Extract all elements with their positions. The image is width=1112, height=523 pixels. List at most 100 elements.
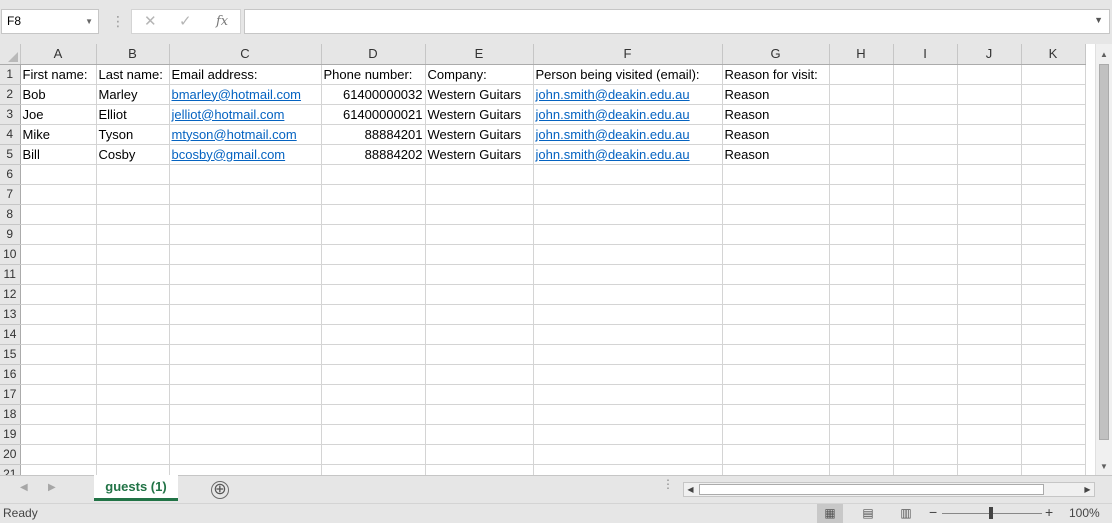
cell-f9[interactable] — [533, 224, 723, 245]
email-link[interactable]: mtyson@hotmail.com — [172, 127, 297, 142]
cell-f13[interactable] — [533, 304, 723, 325]
cell-e8[interactable] — [425, 204, 534, 225]
email-link[interactable]: john.smith@deakin.edu.au — [536, 107, 690, 122]
cell-f11[interactable] — [533, 264, 723, 285]
cell-h3[interactable] — [829, 104, 894, 125]
cell-d5[interactable]: 88884202 — [321, 144, 426, 165]
cell-g19[interactable] — [722, 424, 830, 445]
scroll-left-icon[interactable]: ◀ — [684, 483, 697, 496]
cell-b15[interactable] — [96, 344, 170, 365]
cell-e12[interactable] — [425, 284, 534, 305]
cell-c19[interactable] — [169, 424, 322, 445]
cell-f20[interactable] — [533, 444, 723, 465]
cell-g9[interactable] — [722, 224, 830, 245]
email-link[interactable]: bcosby@gmail.com — [172, 147, 286, 162]
row-header[interactable]: 13 — [0, 304, 21, 325]
cell-b21[interactable] — [96, 464, 170, 475]
cell-c5[interactable]: bcosby@gmail.com — [169, 144, 322, 165]
cell-i5[interactable] — [893, 144, 958, 165]
cell-d4[interactable]: 88884201 — [321, 124, 426, 145]
cell-h12[interactable] — [829, 284, 894, 305]
page-break-view-icon[interactable]: ▥ — [893, 504, 919, 523]
cell-d8[interactable] — [321, 204, 426, 225]
cell-k15[interactable] — [1021, 344, 1086, 365]
cell-j21[interactable] — [957, 464, 1022, 475]
cell-b7[interactable] — [96, 184, 170, 205]
cell-c10[interactable] — [169, 244, 322, 265]
cell-i1[interactable] — [893, 64, 958, 85]
column-header-f[interactable]: F — [533, 44, 723, 65]
cell-k19[interactable] — [1021, 424, 1086, 445]
row-header[interactable]: 9 — [0, 224, 21, 245]
cell-c3[interactable]: jelliot@hotmail.com — [169, 104, 322, 125]
cell-c4[interactable]: mtyson@hotmail.com — [169, 124, 322, 145]
zoom-level[interactable]: 100% — [1069, 506, 1100, 520]
cell-h19[interactable] — [829, 424, 894, 445]
cell-i20[interactable] — [893, 444, 958, 465]
cell-j14[interactable] — [957, 324, 1022, 345]
cell-k11[interactable] — [1021, 264, 1086, 285]
cell-a16[interactable] — [20, 364, 97, 385]
scroll-up-icon[interactable]: ▲ — [1096, 46, 1112, 63]
cell-c11[interactable] — [169, 264, 322, 285]
cell-f6[interactable] — [533, 164, 723, 185]
cell-e5[interactable]: Western Guitars — [425, 144, 534, 165]
row-header[interactable]: 10 — [0, 244, 21, 265]
cell-h17[interactable] — [829, 384, 894, 405]
cell-i10[interactable] — [893, 244, 958, 265]
cell-b17[interactable] — [96, 384, 170, 405]
cell-j12[interactable] — [957, 284, 1022, 305]
cell-f5[interactable]: john.smith@deakin.edu.au — [533, 144, 723, 165]
cell-d21[interactable] — [321, 464, 426, 475]
cell-j15[interactable] — [957, 344, 1022, 365]
cell-j10[interactable] — [957, 244, 1022, 265]
cell-i8[interactable] — [893, 204, 958, 225]
cell-e17[interactable] — [425, 384, 534, 405]
cell-g15[interactable] — [722, 344, 830, 365]
cell-d9[interactable] — [321, 224, 426, 245]
cell-g21[interactable] — [722, 464, 830, 475]
cell-b1[interactable]: Last name: — [96, 64, 170, 85]
cell-i2[interactable] — [893, 84, 958, 105]
cell-j16[interactable] — [957, 364, 1022, 385]
cell-e15[interactable] — [425, 344, 534, 365]
cell-f1[interactable]: Person being visited (email): — [533, 64, 723, 85]
cell-a21[interactable] — [20, 464, 97, 475]
next-sheet-icon[interactable]: ▶ — [48, 482, 56, 493]
cell-f15[interactable] — [533, 344, 723, 365]
cell-b11[interactable] — [96, 264, 170, 285]
cell-h10[interactable] — [829, 244, 894, 265]
cell-h4[interactable] — [829, 124, 894, 145]
cell-i15[interactable] — [893, 344, 958, 365]
email-link[interactable]: jelliot@hotmail.com — [172, 107, 285, 122]
cell-c12[interactable] — [169, 284, 322, 305]
cell-h8[interactable] — [829, 204, 894, 225]
cell-k3[interactable] — [1021, 104, 1086, 125]
cell-b10[interactable] — [96, 244, 170, 265]
cell-i11[interactable] — [893, 264, 958, 285]
cell-g10[interactable] — [722, 244, 830, 265]
cell-e2[interactable]: Western Guitars — [425, 84, 534, 105]
cell-a15[interactable] — [20, 344, 97, 365]
cell-a19[interactable] — [20, 424, 97, 445]
row-header[interactable]: 14 — [0, 324, 21, 345]
cell-f14[interactable] — [533, 324, 723, 345]
cell-a5[interactable]: Bill — [20, 144, 97, 165]
cell-f10[interactable] — [533, 244, 723, 265]
cell-e19[interactable] — [425, 424, 534, 445]
cell-c7[interactable] — [169, 184, 322, 205]
cell-c9[interactable] — [169, 224, 322, 245]
cell-f21[interactable] — [533, 464, 723, 475]
cell-f18[interactable] — [533, 404, 723, 425]
cell-g4[interactable]: Reason — [722, 124, 830, 145]
cell-d20[interactable] — [321, 444, 426, 465]
row-header[interactable]: 21 — [0, 464, 21, 475]
cell-k4[interactable] — [1021, 124, 1086, 145]
cell-a17[interactable] — [20, 384, 97, 405]
cell-b8[interactable] — [96, 204, 170, 225]
cell-e1[interactable]: Company: — [425, 64, 534, 85]
cell-i7[interactable] — [893, 184, 958, 205]
zoom-in-icon[interactable]: + — [1045, 504, 1053, 520]
cell-e16[interactable] — [425, 364, 534, 385]
cell-h16[interactable] — [829, 364, 894, 385]
